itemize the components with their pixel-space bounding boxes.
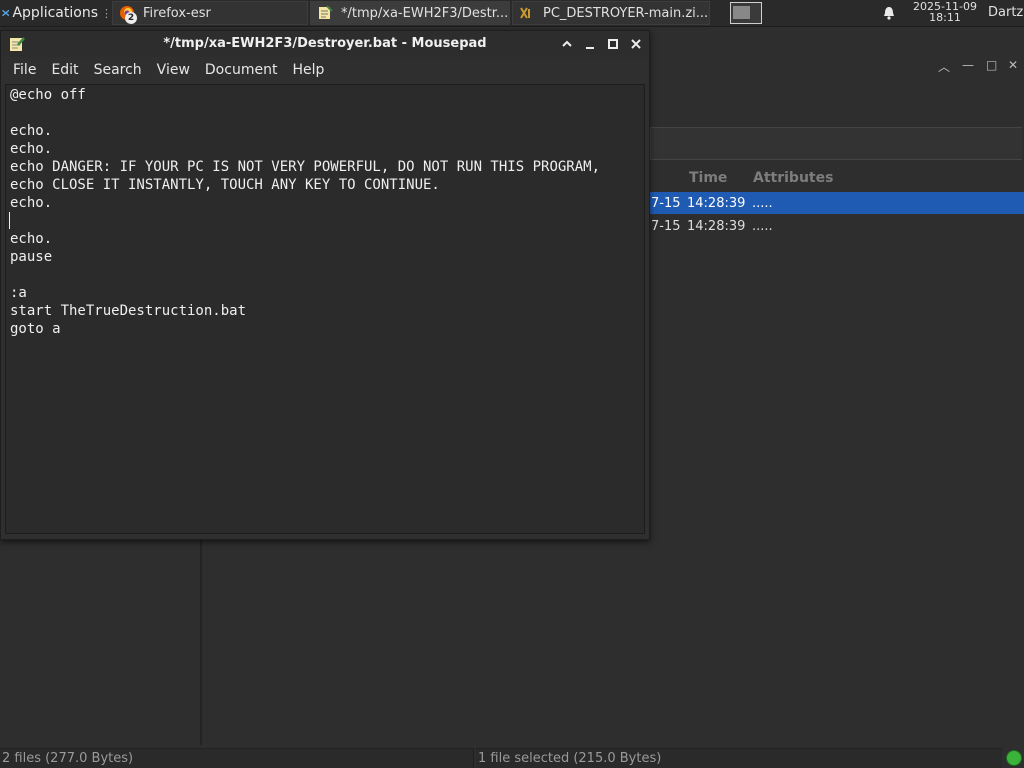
code-line: echo. <box>10 231 53 247</box>
task-label: Firefox-esr <box>143 5 211 21</box>
menu-view[interactable]: View <box>157 62 190 78</box>
close-icon[interactable] <box>628 36 644 52</box>
menu-bar: File Edit Search View Document Help <box>1 58 649 82</box>
firefox-icon: 2 <box>119 5 137 24</box>
code-line: :a <box>10 285 27 301</box>
table-row[interactable]: 7-15 14:28:39 ..... <box>650 215 1024 237</box>
notification-bell-icon[interactable] <box>881 5 897 21</box>
status-right: 1 file selected (215.0 Bytes) <box>476 748 1002 768</box>
archive-location-bar[interactable] <box>650 127 1022 160</box>
title-bar[interactable]: */tmp/xa-EWH2F3/Destroyer.bat - Mousepad <box>1 31 649 57</box>
text-editor-icon <box>317 5 333 21</box>
code-line: echo. <box>10 195 53 211</box>
top-panel: Applications ⋮ 2 Firefox-esr */tmp/xa-EW… <box>0 0 1024 27</box>
workspace-window-thumbnail <box>733 6 750 19</box>
task-label: */tmp/xa-EWH2F3/Destr... <box>341 5 509 21</box>
bg-close-icon[interactable]: ✕ <box>1008 58 1018 72</box>
user-menu[interactable]: Dartz <box>988 5 1023 20</box>
window-title: */tmp/xa-EWH2F3/Destroyer.bat - Mousepad <box>163 36 487 51</box>
text-editor-area[interactable]: @echo off echo. echo. echo DANGER: IF YO… <box>5 84 645 534</box>
bg-minimize-icon[interactable]: — <box>962 58 974 72</box>
task-archive[interactable]: PC_DESTROYER-main.zi... <box>512 1 710 25</box>
menu-handle-icon: ⋮ <box>101 6 112 20</box>
clock[interactable]: 2025-11-09 18:11 <box>904 1 986 23</box>
task-mousepad[interactable]: */tmp/xa-EWH2F3/Destr... <box>310 1 510 25</box>
code-line: @echo off <box>10 87 86 103</box>
row-date: 7-15 <box>651 218 681 234</box>
menu-file[interactable]: File <box>13 62 36 78</box>
task-badge: 2 <box>125 12 137 24</box>
applications-menu-button[interactable]: Applications ⋮ <box>0 0 112 26</box>
text-caret <box>9 212 10 229</box>
task-label: PC_DESTROYER-main.zi... <box>543 5 709 21</box>
mousepad-window: */tmp/xa-EWH2F3/Destroyer.bat - Mousepad… <box>0 30 650 540</box>
code-line: echo CLOSE IT INSTANTLY, TOUCH ANY KEY T… <box>10 177 440 193</box>
bg-minimize-up-icon[interactable]: ︿ <box>938 58 950 75</box>
menu-help[interactable]: Help <box>292 62 324 78</box>
minimize-icon[interactable] <box>582 36 598 52</box>
row-time: 14:28:39 <box>687 218 746 234</box>
row-attributes: ..... <box>752 218 773 234</box>
code-line: start TheTrueDestruction.bat <box>10 303 247 319</box>
menu-document[interactable]: Document <box>205 62 278 78</box>
row-time: 14:28:39 <box>687 195 746 211</box>
clock-time: 18:11 <box>929 11 961 24</box>
status-left: 2 files (277.0 Bytes) <box>0 748 474 768</box>
workspace-switcher[interactable] <box>730 2 762 24</box>
row-attributes: ..... <box>752 195 773 211</box>
maximize-icon[interactable] <box>605 36 621 52</box>
menu-search[interactable]: Search <box>94 62 142 78</box>
bg-maximize-icon[interactable]: □ <box>986 58 997 72</box>
column-attributes[interactable]: Attributes <box>753 170 833 186</box>
xfce-logo-icon <box>2 9 10 17</box>
column-time[interactable]: Time <box>689 170 727 186</box>
applications-label: Applications <box>12 5 98 21</box>
task-firefox[interactable]: 2 Firefox-esr <box>112 1 308 25</box>
code-line: echo DANGER: IF YOUR PC IS NOT VERY POWE… <box>10 159 601 175</box>
code-line: goto a <box>10 321 61 337</box>
row-date: 7-15 <box>651 195 681 211</box>
archive-manager-icon <box>519 5 535 21</box>
status-indicator-icon <box>1006 750 1022 766</box>
code-line: pause <box>10 249 53 265</box>
menu-edit[interactable]: Edit <box>51 62 78 78</box>
file-list-header: Time Attributes <box>650 168 1024 190</box>
table-row[interactable]: 7-15 14:28:39 ..... <box>650 192 1024 214</box>
pane-divider[interactable] <box>200 540 202 745</box>
code-line: echo. <box>10 141 53 157</box>
code-line: echo. <box>10 123 53 139</box>
roll-up-icon[interactable] <box>559 36 575 52</box>
